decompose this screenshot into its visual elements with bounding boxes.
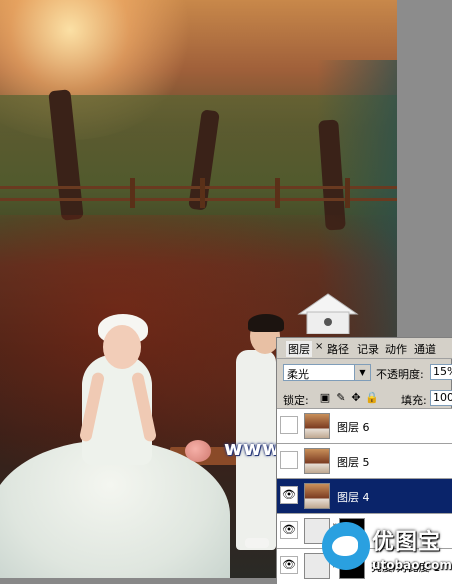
eye-icon[interactable]: 👁 [280, 556, 298, 574]
lock-move-icon[interactable]: ✥ [350, 392, 362, 404]
layer-name[interactable]: 图层 5 [337, 454, 370, 470]
bouquet [185, 440, 211, 462]
fill-label: 填充: [401, 394, 427, 407]
chevron-down-icon[interactable]: ▼ [354, 365, 370, 380]
layer-row[interactable]: 图层 5 [277, 443, 452, 479]
groom-shoe [245, 538, 269, 548]
tab-channels[interactable]: 通道 [414, 341, 436, 357]
logo-name: 优图宝 [372, 530, 442, 555]
eye-icon[interactable]: 👁 [280, 521, 298, 539]
layer-thumbnail [304, 448, 330, 474]
fill-field[interactable]: 100% [430, 390, 452, 406]
layer-thumbnail [304, 483, 330, 509]
lock-transparent-icon[interactable]: ▣ [319, 392, 331, 404]
layer-row-selected[interactable]: 👁 图层 4 [277, 478, 452, 514]
layer-name[interactable]: 图层 6 [337, 419, 370, 435]
lock-label: 锁定: [283, 394, 309, 407]
visibility-toggle[interactable] [280, 416, 298, 434]
workspace-background [397, 0, 452, 337]
panel-tabs: 图层 × 路径 记录 动作 通道 [277, 338, 452, 359]
wooden-fence [0, 178, 397, 210]
site-logo: 优图宝 utobao.com [322, 522, 452, 578]
blend-mode-value: 柔光 [287, 368, 309, 381]
tab-paths[interactable]: 路径 [327, 341, 349, 357]
layer-row[interactable]: 图层 6 [277, 408, 452, 444]
lock-brush-icon[interactable]: ✎ [335, 392, 347, 404]
groom-hair [248, 314, 284, 332]
lock-all-icon[interactable]: 🔒 [365, 392, 379, 404]
visibility-toggle[interactable] [280, 451, 298, 469]
close-icon[interactable]: × [315, 341, 323, 352]
blend-mode-select[interactable]: 柔光 ▼ [283, 364, 371, 381]
logo-site: utobao.com [372, 558, 452, 572]
layer-thumbnail [304, 413, 330, 439]
opacity-label: 不透明度: [376, 368, 424, 381]
tab-layers[interactable]: 图层 [286, 341, 312, 357]
tab-history[interactable]: 记录 [357, 341, 379, 357]
layer-name[interactable]: 图层 4 [337, 489, 370, 505]
opacity-field[interactable]: 15% [430, 364, 452, 380]
bride-face [103, 325, 141, 369]
birdhouse [297, 293, 359, 334]
tab-actions[interactable]: 动作 [385, 341, 407, 357]
eye-icon[interactable]: 👁 [280, 486, 298, 504]
bird-logo-icon [322, 522, 370, 570]
